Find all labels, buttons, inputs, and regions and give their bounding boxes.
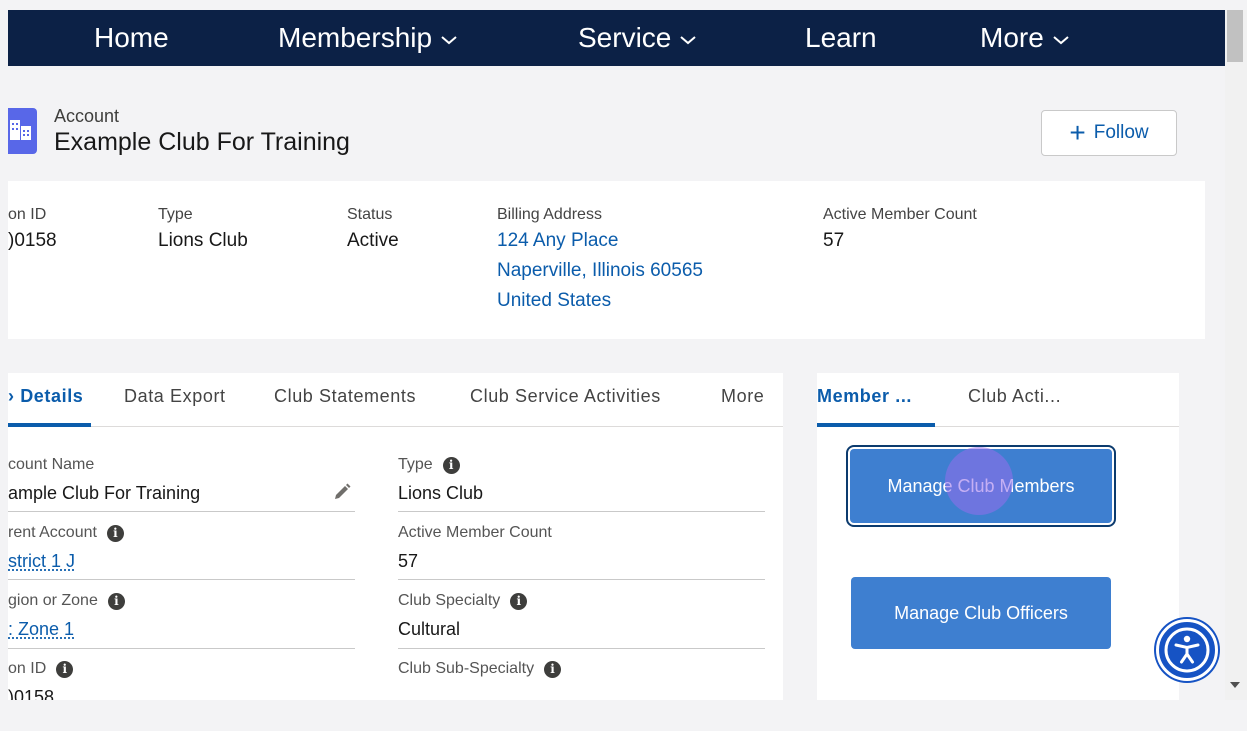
tab-more[interactable]: More	[721, 386, 764, 407]
field-label: Club Specialty	[398, 592, 501, 609]
details-card: › Details Data Export Club Statements Cl…	[8, 373, 783, 700]
field-lion-id: on ID i )0158	[8, 660, 74, 700]
accessibility-button[interactable]	[1156, 619, 1218, 681]
field-region-zone: gion or Zone i : Zone 1	[8, 592, 125, 640]
chevron-down-icon	[1053, 35, 1069, 44]
field-value: )0158	[8, 687, 55, 700]
field-value: Cultural	[398, 619, 461, 639]
page-title: Example Club For Training	[54, 128, 350, 156]
building-icon	[8, 108, 37, 154]
info-icon[interactable]: i	[107, 592, 125, 610]
plus-icon: +	[1069, 117, 1086, 148]
nav-service-label: Service	[578, 22, 672, 53]
tab-details[interactable]: › Details	[8, 386, 83, 407]
field-value: Lions Club	[398, 483, 484, 503]
field-parent-account: rent Account i strict 1 J	[8, 524, 124, 572]
field-value: ample Club For Training	[8, 483, 201, 503]
tab-data-export[interactable]: Data Export	[124, 386, 226, 407]
field-value: 57	[398, 551, 419, 571]
object-label: Account	[54, 106, 120, 126]
hl-label: Active Member Count	[823, 206, 977, 223]
field-active-member-count: Active Member Count 57	[398, 524, 552, 572]
field-label: on ID	[8, 660, 47, 677]
address-line[interactable]: United States	[497, 286, 703, 316]
actions-card: Member ... Club Acti...	[817, 373, 1179, 700]
active-tab-indicator	[817, 423, 935, 427]
nav-learn[interactable]: Learn	[805, 18, 877, 58]
top-nav: Home Membership Service Learn More	[8, 10, 1225, 66]
tab-member[interactable]: Member ...	[817, 386, 912, 407]
field-account-name: count Name ample Club For Training	[8, 456, 200, 504]
info-icon[interactable]: i	[510, 592, 528, 610]
nav-home-label: Home	[94, 22, 169, 53]
app-frame: Home Membership Service Learn More Accou…	[8, 10, 1225, 700]
tab-club-activities[interactable]: Club Acti...	[968, 386, 1061, 407]
field-label: count Name	[8, 456, 95, 473]
hl-value: Active	[347, 230, 399, 251]
field-club-sub-specialty: Club Sub-Specialty i	[398, 660, 562, 687]
field-divider	[8, 579, 355, 580]
nav-membership-label: Membership	[278, 22, 433, 53]
field-club-specialty: Club Specialty i Cultural	[398, 592, 528, 640]
scroll-down-arrow-icon[interactable]	[1230, 682, 1240, 688]
field-label: rent Account	[8, 524, 97, 541]
info-icon[interactable]: i	[56, 660, 74, 678]
field-label: gion or Zone	[8, 592, 98, 609]
parent-account-link[interactable]: strict 1 J	[8, 551, 124, 572]
address-line[interactable]: 124 Any Place	[497, 226, 703, 256]
info-icon[interactable]: i	[442, 456, 460, 474]
hl-billing-address: Billing Address 124 Any Place Naperville…	[497, 206, 703, 316]
hl-value: Lions Club	[158, 230, 248, 251]
hl-label: Type	[158, 206, 193, 223]
hl-active-member-count: Active Member Count 57	[823, 206, 977, 252]
field-divider	[398, 511, 765, 512]
zone-link[interactable]: : Zone 1	[8, 619, 125, 640]
field-divider	[398, 579, 765, 580]
click-indicator	[945, 447, 1013, 515]
hl-label: Billing Address	[497, 206, 602, 223]
nav-home[interactable]: Home	[94, 18, 169, 58]
active-tab-indicator	[8, 423, 91, 427]
hl-label: on ID	[8, 206, 47, 223]
field-label: Active Member Count	[398, 524, 552, 541]
info-icon[interactable]: i	[106, 524, 124, 542]
highlights-panel: on ID )0158 Type Lions Club Status Activ…	[8, 181, 1205, 339]
nav-service[interactable]: Service	[578, 18, 697, 58]
field-divider	[8, 511, 355, 512]
hl-status: Status Active	[347, 206, 399, 252]
info-icon[interactable]: i	[544, 660, 562, 678]
hl-lion-id: on ID )0158	[8, 206, 57, 252]
pencil-icon[interactable]	[332, 482, 352, 502]
tab-club-statements[interactable]: Club Statements	[274, 386, 416, 407]
action-tabs: Member ... Club Acti...	[817, 373, 1179, 427]
chevron-down-icon	[680, 35, 697, 44]
scrollbar-thumb[interactable]	[1227, 10, 1243, 62]
nav-membership[interactable]: Membership	[278, 18, 458, 58]
detail-tabs: › Details Data Export Club Statements Cl…	[8, 373, 783, 427]
hl-label: Status	[347, 206, 393, 223]
nav-learn-label: Learn	[805, 22, 877, 53]
field-type: Type i Lions Club	[398, 456, 483, 504]
field-divider	[398, 648, 765, 649]
field-label: Club Sub-Specialty	[398, 660, 535, 677]
manage-club-officers-button[interactable]: Manage Club Officers	[851, 577, 1111, 649]
field-divider	[8, 648, 355, 649]
hl-type: Type Lions Club	[158, 206, 248, 252]
nav-more[interactable]: More	[980, 18, 1070, 58]
address-line[interactable]: Naperville, Illinois 60565	[497, 256, 703, 286]
follow-label: Follow	[1093, 122, 1149, 143]
page-scrollbar[interactable]	[1225, 10, 1247, 700]
hl-value: 57	[823, 230, 845, 251]
hl-value: )0158	[8, 230, 57, 251]
field-label: Type	[398, 456, 433, 473]
chevron-down-icon	[441, 35, 457, 44]
nav-more-label: More	[980, 22, 1044, 53]
follow-button[interactable]: + Follow	[1041, 110, 1177, 156]
button-label: Manage Club Officers	[894, 602, 1068, 623]
accessibility-icon	[1164, 627, 1210, 673]
tab-club-service-activities[interactable]: Club Service Activities	[470, 386, 661, 407]
